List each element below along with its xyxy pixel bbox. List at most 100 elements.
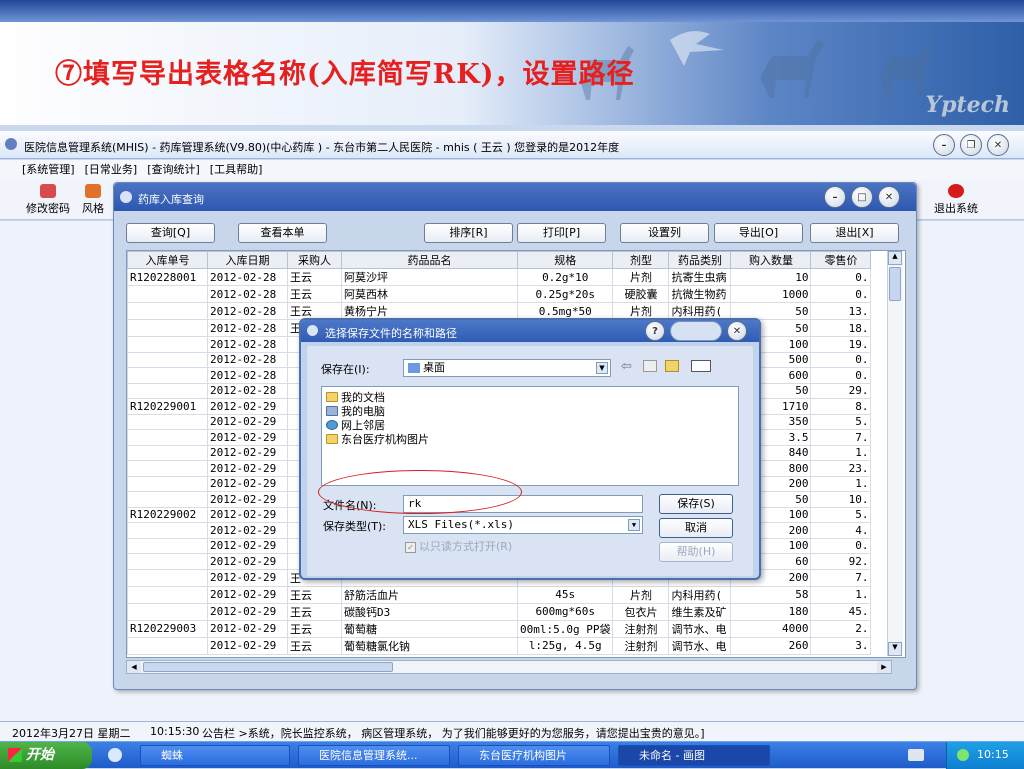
table-cell[interactable]: 王云 [287,636,342,655]
table-cell[interactable]: 2012-02-29 [207,585,288,604]
column-header[interactable]: 规格 [516,251,614,269]
chevron-down-icon[interactable]: ▼ [628,519,640,531]
table-cell[interactable]: 内科用药( [668,585,732,604]
table-cell[interactable]: 2012-02-29 [207,413,288,430]
view-detail-button[interactable]: 查看本单 [238,223,327,243]
table-cell[interactable] [127,429,208,446]
table-cell[interactable]: 2012-02-28 [207,268,288,286]
table-cell[interactable]: 2012-02-28 [207,285,288,303]
table-cell[interactable]: 1000 [730,285,812,303]
table-cell[interactable]: 0. [810,285,872,303]
change-password-button[interactable]: 修改密码 [26,184,70,216]
table-cell[interactable]: 5. [810,506,872,523]
table-cell[interactable]: 抗微生物药 [668,285,732,303]
table-cell[interactable]: 7. [810,568,872,587]
save-in-select[interactable]: 桌面 ▼ [403,359,611,377]
help-icon[interactable]: ? [645,321,665,341]
table-cell[interactable] [127,460,208,477]
vertical-scrollbar[interactable]: ▲ ▼ [887,251,903,656]
table-cell[interactable]: 260 [730,636,812,655]
column-header[interactable]: 入库单号 [127,251,208,269]
table-cell[interactable]: 葡萄糖 [341,619,518,638]
table-cell[interactable]: 10 [730,268,812,286]
ie-icon[interactable] [108,748,122,762]
table-cell[interactable]: 2012-02-29 [207,491,288,508]
table-cell[interactable]: 王云 [287,602,342,621]
table-row[interactable]: R120229003 2012-02-29 王云 葡萄糖 00ml:5.0g PP袋 注射… [127,619,872,638]
table-cell[interactable]: 内科用药( [668,302,732,320]
column-header[interactable]: 剂型 [612,251,670,269]
table-row[interactable]: 2012-02-29 王云 舒筋活血片 45s 片剂 内科用药(58 1. [127,585,872,604]
table-cell[interactable]: 包衣片 [612,602,670,621]
task-images-folder[interactable]: 东台医疗机构图片 [458,745,610,766]
table-cell[interactable]: 舒筋活血片 [341,585,518,604]
table-cell[interactable]: 0. [810,351,872,368]
table-cell[interactable]: 2012-02-29 [207,444,288,461]
menu-tools[interactable]: [工具帮助] [210,163,263,176]
minimize-icon[interactable]: – [824,186,846,208]
table-cell[interactable]: 葡萄糖氯化钠 [341,636,518,655]
task-paint[interactable]: 未命名 - 画图 [618,745,770,766]
table-cell[interactable]: 2012-02-29 [207,537,288,554]
table-cell[interactable]: 1. [810,475,872,492]
table-cell[interactable] [127,522,208,539]
table-cell[interactable] [127,568,208,587]
table-cell[interactable]: 2012-02-29 [207,429,288,446]
hscroll-thumb[interactable] [143,662,393,672]
table-cell[interactable]: 0. [810,367,872,384]
menu-query[interactable]: [查询统计] [147,163,200,176]
table-cell[interactable]: 2012-02-29 [207,553,288,570]
table-cell[interactable]: 2012-02-29 [207,522,288,539]
exit-system-button[interactable]: 退出系统 [934,184,978,216]
table-cell[interactable]: 18. [810,319,872,337]
up-folder-icon[interactable] [643,360,657,372]
help-button[interactable]: 帮助(H) [659,542,733,562]
table-cell[interactable]: 注射剂 [612,636,670,655]
table-cell[interactable] [127,351,208,368]
column-header[interactable]: 药品品名 [341,251,518,269]
table-cell[interactable]: 片剂 [612,268,670,286]
view-menu-icon[interactable] [691,360,711,372]
table-cell[interactable]: 片剂 [612,585,670,604]
table-cell[interactable]: 维生素及矿 [668,602,732,621]
menu-daily[interactable]: [日常业务] [85,163,138,176]
table-cell[interactable]: 调节水、电 [668,619,732,638]
table-cell[interactable]: 2012-02-29 [207,398,288,415]
table-cell[interactable] [127,413,208,430]
table-cell[interactable]: 王云 [287,619,342,638]
task-spider[interactable]: 蜘蛛 [140,745,290,766]
style-button[interactable]: 风格 [82,184,104,216]
scroll-thumb[interactable] [889,267,901,301]
table-cell[interactable]: 2012-02-29 [207,568,288,587]
table-cell[interactable]: 2012-02-28 [207,382,288,399]
close-icon[interactable]: ✕ [727,321,747,341]
table-cell[interactable]: l:25g, 4.5g [516,636,614,655]
table-cell[interactable]: R120229003 [127,619,208,638]
close-icon[interactable]: ✕ [987,134,1009,156]
table-cell[interactable]: 0.25g*20s [516,285,614,303]
table-cell[interactable]: 600mg*60s [516,602,614,621]
table-cell[interactable]: 19. [810,336,872,353]
table-cell[interactable] [127,444,208,461]
table-cell[interactable]: 2012-02-28 [207,336,288,353]
table-cell[interactable]: 2012-02-28 [207,367,288,384]
column-header[interactable]: 入库日期 [207,251,288,269]
table-cell[interactable]: 2. [810,619,872,638]
table-cell[interactable]: R120228001 [127,268,208,286]
table-cell[interactable]: 2012-02-29 [207,619,288,638]
scroll-down-icon[interactable]: ▼ [888,642,902,656]
table-cell[interactable] [127,602,208,621]
table-cell[interactable]: R120229002 [127,506,208,523]
tray-icon[interactable] [957,749,969,761]
table-cell[interactable]: 2012-02-28 [207,351,288,368]
menu-system[interactable]: [系统管理] [22,163,75,176]
table-cell[interactable]: 2012-02-29 [207,475,288,492]
table-cell[interactable]: 0.2g*10 [516,268,614,286]
table-cell[interactable]: 阿莫沙坪 [341,268,518,286]
column-header[interactable]: 零售价 [810,251,872,269]
table-cell[interactable]: 王云 [287,268,342,286]
table-cell[interactable]: 45. [810,602,872,621]
table-cell[interactable] [127,475,208,492]
restore-icon[interactable]: ❐ [960,134,982,156]
new-folder-icon[interactable] [665,360,679,372]
